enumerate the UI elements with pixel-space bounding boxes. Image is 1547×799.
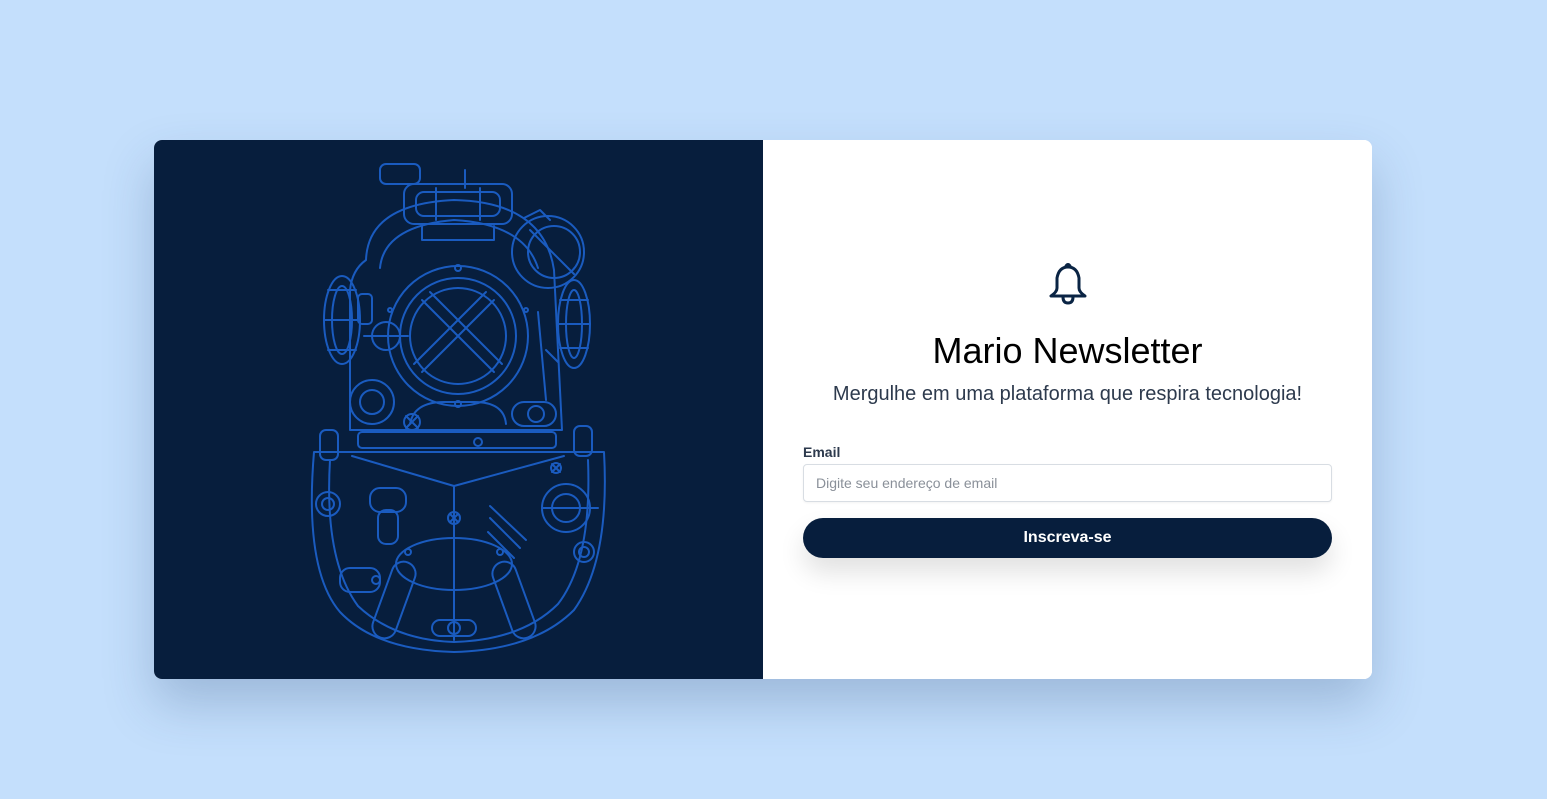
email-label: Email: [803, 444, 841, 460]
newsletter-form: Email Inscreva-se: [803, 444, 1332, 558]
diving-helmet-illustration: [310, 163, 606, 653]
illustration-panel: [154, 140, 763, 679]
page-title: Mario Newsletter: [932, 330, 1203, 371]
email-field[interactable]: [803, 464, 1332, 502]
subscribe-button[interactable]: Inscreva-se: [803, 518, 1332, 558]
signup-panel: Mario Newsletter Mergulhe em uma platafo…: [763, 140, 1372, 679]
page-subtitle: Mergulhe em uma plataforma que respira t…: [832, 383, 1303, 405]
bell-icon: [1049, 263, 1087, 305]
newsletter-card: Mario Newsletter Mergulhe em uma platafo…: [154, 140, 1372, 679]
